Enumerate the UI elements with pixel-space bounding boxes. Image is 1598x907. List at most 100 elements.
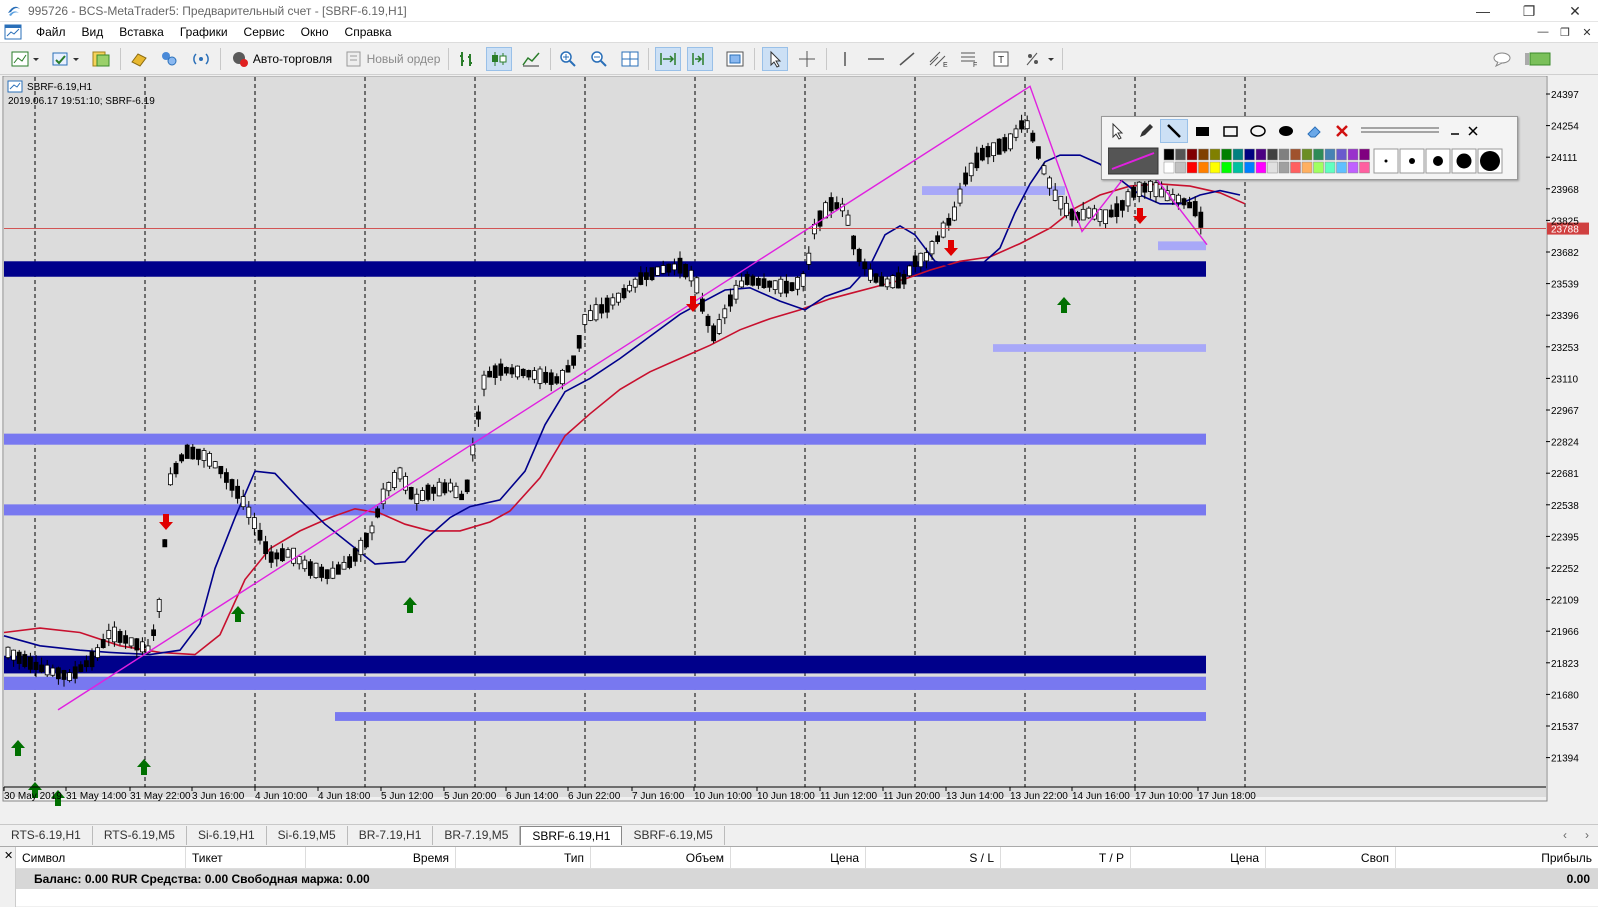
zoom-in-icon[interactable] — [555, 47, 581, 71]
toolbox-close-icon[interactable]: ✕ — [4, 849, 13, 862]
zoom-out-icon[interactable] — [586, 47, 612, 71]
price-zone[interactable] — [335, 712, 1206, 721]
auto-scroll-icon[interactable] — [655, 47, 681, 71]
palette-color[interactable] — [1209, 148, 1221, 161]
crosshair-icon[interactable] — [794, 47, 820, 71]
line-chart-icon[interactable] — [518, 47, 544, 71]
palette-color[interactable] — [1244, 148, 1255, 161]
templates-icon[interactable] — [88, 47, 114, 71]
palette-color[interactable] — [1244, 161, 1255, 174]
tabs-scroll-right-icon[interactable]: › — [1576, 826, 1598, 845]
palette-color[interactable] — [1336, 161, 1347, 174]
price-zone[interactable] — [993, 344, 1206, 352]
panel-minimize-icon[interactable] — [1446, 119, 1464, 143]
menu-view[interactable]: Вид — [74, 22, 112, 42]
palette-color[interactable] — [1175, 161, 1186, 174]
col-volume[interactable]: Объем — [591, 847, 731, 869]
palette-color[interactable] — [1209, 161, 1221, 174]
tab-br-m5[interactable]: BR-7.19,M5 — [433, 826, 521, 845]
equidistant-channel-icon[interactable]: E — [926, 47, 952, 71]
signals-icon[interactable] — [188, 47, 214, 71]
tab-rts-h1[interactable]: RTS-6.19,H1 — [0, 826, 93, 845]
candlestick-chart-icon[interactable] — [486, 47, 512, 71]
palette-color[interactable] — [1221, 161, 1232, 174]
palette-color[interactable] — [1324, 161, 1336, 174]
price-zone[interactable] — [4, 261, 1206, 277]
palette-color[interactable] — [1267, 148, 1278, 161]
palette-color[interactable] — [1359, 161, 1370, 174]
new-chart-icon[interactable] — [8, 47, 44, 71]
pencil-icon[interactable] — [1132, 119, 1160, 143]
palette-color[interactable] — [1198, 161, 1209, 174]
chat-icon[interactable] — [1490, 47, 1516, 71]
palette-color[interactable] — [1186, 148, 1198, 161]
palette-color[interactable] — [1232, 161, 1244, 174]
tile-windows-icon[interactable] — [617, 47, 643, 71]
tab-sbrf-m5[interactable]: SBRF-6.19,M5 — [622, 826, 725, 845]
filled-ellipse-icon[interactable] — [1272, 119, 1300, 143]
chart-window-icon[interactable] — [4, 24, 22, 40]
palette-color[interactable] — [1347, 148, 1359, 161]
col-current-price[interactable]: Цена — [1131, 847, 1266, 869]
palette-color[interactable] — [1301, 161, 1313, 174]
chart-window[interactable]: 23788 24397 24254 24111 23968 23825 23682 2353… — [0, 76, 1598, 816]
col-price[interactable]: Цена — [731, 847, 866, 869]
price-zone[interactable] — [4, 433, 1206, 445]
horizontal-line-icon[interactable] — [863, 47, 889, 71]
price-zone[interactable] — [1158, 241, 1206, 251]
panel-close-icon[interactable] — [1464, 119, 1482, 143]
tab-br-h1[interactable]: BR-7.19,H1 — [348, 826, 434, 845]
price-zone[interactable] — [4, 504, 1206, 516]
palette-color[interactable] — [1278, 161, 1290, 174]
tab-sbrf-h1[interactable]: SBRF-6.19,H1 — [520, 826, 623, 845]
price-zone[interactable] — [4, 655, 1206, 674]
brush-size-3[interactable] — [1425, 148, 1451, 174]
palette-color[interactable] — [1198, 148, 1209, 161]
col-sl[interactable]: S / L — [866, 847, 1001, 869]
rectangle-icon[interactable] — [1216, 119, 1244, 143]
price-chart[interactable]: 23788 2439724254241112396823825236822353… — [0, 76, 1598, 816]
col-ticket[interactable]: Тикет — [186, 847, 306, 869]
cursor-icon[interactable] — [762, 47, 788, 71]
palette-color[interactable] — [1313, 161, 1324, 174]
fibonacci-icon[interactable]: F — [957, 47, 983, 71]
menu-help[interactable]: Справка — [337, 22, 400, 42]
price-zone[interactable] — [922, 186, 1065, 195]
brush-size-2[interactable] — [1399, 148, 1425, 174]
shapes-menu-icon[interactable] — [1022, 47, 1058, 71]
text-tool-icon[interactable]: T — [988, 47, 1014, 71]
line-draw-icon[interactable] — [1160, 119, 1188, 143]
palette-color[interactable] — [1278, 148, 1290, 161]
palette-color[interactable] — [1163, 148, 1175, 161]
menu-insert[interactable]: Вставка — [111, 22, 172, 42]
palette-color[interactable] — [1324, 148, 1336, 161]
profiles-icon[interactable] — [48, 47, 84, 71]
palette-color[interactable] — [1186, 161, 1198, 174]
palette-color[interactable] — [1255, 148, 1267, 161]
navigator-icon[interactable] — [156, 47, 182, 71]
indicators-icon[interactable] — [722, 47, 748, 71]
minimize-button[interactable]: — — [1460, 0, 1506, 22]
delete-all-icon[interactable] — [1328, 119, 1356, 143]
menu-tools[interactable]: Сервис — [236, 22, 293, 42]
palette-color[interactable] — [1313, 148, 1324, 161]
palette-color[interactable] — [1347, 161, 1359, 174]
trendline-tool-icon[interactable] — [894, 47, 920, 71]
select-arrow-icon[interactable] — [1104, 119, 1132, 143]
col-symbol[interactable]: Символ — [16, 847, 186, 869]
chart-shift-icon[interactable] — [687, 47, 713, 71]
market-watch-icon[interactable] — [126, 47, 152, 71]
restore-button[interactable]: ❐ — [1506, 0, 1552, 22]
menu-charts[interactable]: Графики — [172, 22, 236, 42]
palette-color[interactable] — [1301, 148, 1313, 161]
eraser-icon[interactable] — [1300, 119, 1328, 143]
price-zone[interactable] — [4, 676, 1206, 690]
col-swap[interactable]: Своп — [1266, 847, 1396, 869]
brush-size-4[interactable] — [1451, 148, 1477, 174]
palette-color[interactable] — [1290, 161, 1301, 174]
bar-chart-icon[interactable] — [454, 47, 480, 71]
palette-color[interactable] — [1175, 148, 1186, 161]
autotrading-button[interactable]: Авто-торговля — [226, 47, 336, 71]
palette-color[interactable] — [1232, 148, 1244, 161]
palette-color[interactable] — [1290, 148, 1301, 161]
